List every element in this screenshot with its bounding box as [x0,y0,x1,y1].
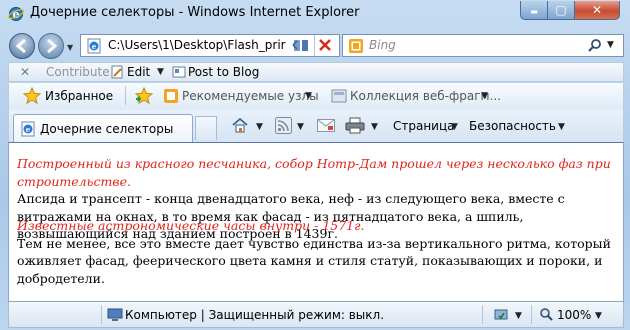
back-arrow-icon [15,38,26,54]
search-icon[interactable] [587,38,603,54]
back-button[interactable] [9,33,35,59]
favorites-bar: Избранное Рекомендуемые узлы ▼ Коллекция… [8,83,624,110]
favorites-star-icon [23,87,41,105]
home-dropdown-icon[interactable]: ▼ [256,122,263,132]
zoom-level[interactable]: 100% [557,308,591,322]
suggested-sites-dropdown-icon[interactable]: ▼ [305,91,312,101]
edit-button[interactable]: Edit [127,65,150,79]
paragraph-2-highlight: Известные астрономические часы внутри - … [17,218,365,233]
feeds-dropdown-icon[interactable]: ▼ [297,122,304,132]
edit-dropdown-icon[interactable]: ▼ [157,67,164,77]
minimize-button[interactable]: ▬ [520,1,548,20]
zoom-icon [540,308,553,321]
status-bar: Компьютер | Защищенный режим: выкл. ▼ 10… [8,302,624,328]
status-divider [482,305,483,324]
web-slice-gallery-dropdown-icon[interactable]: ▼ [481,91,488,101]
close-icon: ✕ [591,3,603,17]
suggested-sites-icon [164,89,178,103]
status-divider [531,305,532,324]
protected-mode-icon[interactable] [493,307,509,323]
recent-pages-dropdown-icon[interactable]: ▼ [67,43,73,52]
tab-label: Дочерние селекторы [40,122,174,136]
feeds-icon[interactable] [275,117,292,134]
close-button[interactable]: ✕ [574,1,620,20]
command-bar: ✕ Contribute Edit ▼ Post to Blog [8,62,624,82]
svg-text:e: e [92,42,97,51]
computer-zone-icon [107,308,123,321]
post-to-blog-button[interactable]: Post to Blog [188,65,259,79]
tab-page-icon: e [21,121,35,137]
post-to-blog-icon [172,66,186,78]
new-tab-button[interactable] [195,116,217,140]
print-dropdown-icon[interactable]: ▼ [371,122,378,132]
forward-button[interactable] [38,33,64,59]
page-menu[interactable]: Страница [393,119,455,133]
command-bar-close-icon[interactable]: ✕ [20,65,30,79]
paragraph-2-text: Тем не менее, все это вместе дает чувств… [17,235,611,286]
suggested-sites-button[interactable]: Рекомендуемые узлы [182,89,319,103]
home-icon[interactable] [231,116,249,134]
safety-menu[interactable]: Безопасность [469,119,556,133]
web-slice-gallery-button[interactable]: Коллекция веб-фрагм... [350,89,501,103]
page-icon: e [87,38,101,54]
zoom-dropdown-icon[interactable]: ▼ [595,311,602,321]
favorites-divider [125,86,126,105]
search-input[interactable]: Bing [369,38,396,52]
ie-icon: e [8,7,24,21]
maximize-button[interactable]: ▢ [547,1,575,20]
add-to-favorites-icon[interactable] [134,87,154,105]
safety-menu-dropdown-icon[interactable]: ▼ [558,122,565,132]
search-box[interactable]: Bing ▼ [342,34,624,57]
mail-icon[interactable] [317,119,335,132]
print-icon[interactable] [345,117,365,134]
edit-icon [111,65,123,79]
minimize-icon: ▬ [530,7,538,16]
bing-icon [349,39,363,53]
web-slice-gallery-icon [331,89,347,103]
search-options-dropdown-icon[interactable]: ▼ [607,40,614,50]
favorites-button[interactable]: Избранное [45,89,113,103]
tab-current[interactable]: e Дочерние селекторы [13,114,193,142]
svg-text:e: e [26,125,31,134]
address-input[interactable]: C:\Users\1\Desktop\Flash_prir [108,38,308,52]
page-menu-dropdown-icon[interactable]: ▼ [451,122,458,132]
paragraph-2: Известные астрономические часы внутри - … [17,217,615,287]
status-dropdown-icon[interactable]: ▼ [515,311,522,321]
compatibility-view-icon[interactable] [290,35,312,56]
window-title: Дочерние селекторы - Windows Internet Ex… [30,5,360,20]
contribute-button[interactable]: Contribute [46,65,110,79]
browser-window: e Дочерние селекторы - Windows Internet … [0,0,630,330]
paragraph-1-highlight: Построенный из красного песчаника, собор… [17,156,611,189]
stop-icon[interactable] [314,35,336,56]
status-divider [101,305,102,324]
page-content: Построенный из красного песчаника, собор… [8,142,624,302]
maximize-icon: ▢ [555,3,567,17]
security-zone-status[interactable]: Компьютер | Защищенный режим: выкл. [125,308,384,322]
title-bar[interactable]: e Дочерние селекторы - Windows Internet … [0,0,630,30]
tab-row: e Дочерние селекторы ▼ ▼ ▼ Страница ▼ Бе… [8,110,624,142]
forward-arrow-icon [47,38,58,54]
